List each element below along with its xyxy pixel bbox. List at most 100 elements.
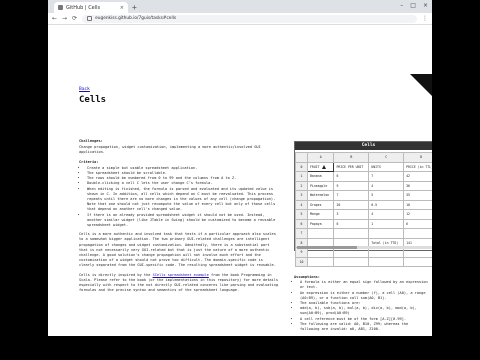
cell[interactable]: 6 bbox=[333, 218, 370, 229]
menu-icon[interactable]: ⋮ bbox=[422, 15, 428, 22]
challenges-heading: Challenges: bbox=[79, 139, 103, 143]
row-header: 0 bbox=[295, 161, 308, 172]
tab-bar: GitHub | Cells × + – □ × bbox=[48, 0, 432, 13]
lock-icon bbox=[87, 16, 93, 21]
inspiration-text-a: Cells is directly inspired by the bbox=[79, 272, 153, 277]
horizontal-scrollbar[interactable] bbox=[297, 246, 432, 249]
cell[interactable]: Banana bbox=[306, 171, 335, 182]
cell[interactable]: 20 bbox=[333, 199, 370, 210]
description-paragraph: Cells is a more authentic and involved t… bbox=[79, 232, 276, 268]
window-controls: – □ × bbox=[400, 2, 428, 9]
cell[interactable] bbox=[333, 256, 370, 267]
table-row: 1 Banana 6 7 42 bbox=[295, 171, 432, 182]
table-row: 7 bbox=[295, 228, 432, 239]
video-frame: GitHub | Cells × + – □ × ← → ⟳ eugenkiss… bbox=[0, 0, 480, 360]
cell[interactable]: FRUIT bbox=[306, 161, 335, 172]
cell[interactable]: 5 bbox=[368, 190, 405, 201]
page-content: Back Cells Challenges: Change propagatio… bbox=[48, 25, 432, 336]
table-row: 0 FRUIT PRICE PER UNIT UNITS PRICE (in T… bbox=[295, 161, 432, 172]
cell[interactable]: Mango bbox=[306, 209, 335, 220]
row-header: 7 bbox=[295, 228, 308, 239]
cell[interactable]: Watermelon bbox=[306, 190, 335, 201]
browser-tab[interactable]: GitHub | Cells × bbox=[54, 2, 128, 13]
forward-arrow-icon[interactable]: → bbox=[62, 15, 67, 22]
tab-close-icon[interactable]: × bbox=[120, 5, 124, 11]
assumptions-list: A formula is either an equal sign follow… bbox=[294, 280, 429, 332]
cell[interactable]: 36 bbox=[403, 180, 432, 191]
url-field[interactable]: eugenkiss.github.io/7guis/tasks#cells bbox=[82, 14, 417, 23]
minimize-icon[interactable]: – bbox=[400, 2, 403, 9]
assumption-item: A formula is either an equal sign follow… bbox=[300, 280, 429, 290]
browser-window: GitHub | Cells × + – □ × ← → ⟳ eugenkiss… bbox=[48, 0, 432, 336]
reload-icon[interactable]: ⟳ bbox=[72, 15, 77, 22]
github-favicon-icon bbox=[58, 5, 63, 10]
maximize-icon[interactable]: □ bbox=[410, 2, 416, 9]
table-row: 5 Mango 3 4 12 bbox=[295, 209, 432, 220]
criteria-list: Create a simple but usable spreadsheet a… bbox=[79, 166, 279, 228]
assumptions-section: Assumptions: A formula is either an equa… bbox=[294, 275, 429, 332]
cell[interactable]: 7 bbox=[368, 171, 405, 182]
table-row: 10 bbox=[295, 256, 432, 267]
cell[interactable]: Grapes bbox=[306, 199, 335, 210]
table-row: 4 Grapes 20 0.5 10 bbox=[295, 199, 432, 210]
github-corner-icon[interactable] bbox=[410, 74, 432, 96]
address-bar-row: ← → ⟳ eugenkiss.github.io/7guis/tasks#ce… bbox=[48, 13, 432, 25]
cell[interactable]: 10 bbox=[403, 199, 432, 210]
cell[interactable]: PRICE (in TTL) bbox=[403, 161, 432, 172]
cell[interactable] bbox=[306, 256, 335, 267]
cells-window-title: Cells bbox=[295, 142, 432, 150]
cell[interactable] bbox=[333, 228, 370, 239]
cell[interactable]: 4 bbox=[368, 209, 405, 220]
column-header-row: A B C D bbox=[295, 152, 432, 163]
row-header: 3 bbox=[295, 190, 308, 201]
cell[interactable]: 3 bbox=[333, 209, 370, 220]
cell[interactable]: 35 bbox=[403, 190, 432, 201]
cell[interactable]: UNITS bbox=[368, 161, 405, 172]
cell[interactable]: 0.5 bbox=[368, 199, 405, 210]
back-link[interactable]: Back bbox=[79, 87, 90, 92]
inspiration-paragraph: Cells is directly inspired by the SCells… bbox=[79, 273, 279, 294]
cell[interactable] bbox=[368, 228, 405, 239]
cell[interactable] bbox=[403, 228, 432, 239]
cell[interactable]: 9 bbox=[333, 180, 370, 191]
criteria-item: When editing is finished, the formula is… bbox=[87, 187, 279, 213]
cell[interactable]: 6 bbox=[403, 218, 432, 229]
criteria-heading: Criteria: bbox=[79, 159, 99, 164]
cell[interactable] bbox=[368, 256, 405, 267]
cell[interactable]: Pineapple bbox=[306, 180, 335, 191]
back-arrow-icon[interactable]: ← bbox=[52, 15, 57, 22]
spreadsheet-grid: A B C D 0 FRUIT PRICE PER UNIT UNITS PRI bbox=[295, 152, 432, 267]
cell[interactable] bbox=[306, 228, 335, 239]
table-row: 2 Pineapple 9 4 36 bbox=[295, 180, 432, 191]
column-header: B bbox=[333, 152, 370, 163]
scells-link[interactable]: SCells spreadsheet example bbox=[153, 273, 209, 277]
url-text: eugenkiss.github.io/7guis/tasks#cells bbox=[95, 16, 177, 21]
cell-value: FRUIT bbox=[310, 164, 320, 169]
tab-title: GitHub | Cells bbox=[66, 4, 101, 11]
cell[interactable]: 7 bbox=[333, 190, 370, 201]
corner-header bbox=[295, 152, 308, 163]
window-close-icon[interactable]: × bbox=[423, 2, 428, 9]
cell[interactable] bbox=[403, 256, 432, 267]
cell[interactable]: 42 bbox=[403, 171, 432, 182]
assumption-item: add(a, b), sub(a, b), mul(a, b), div(a, … bbox=[300, 306, 429, 316]
row-header: 5 bbox=[295, 209, 308, 220]
cell[interactable]: 4 bbox=[368, 180, 405, 191]
mouse-cursor-icon bbox=[321, 164, 326, 169]
cells-window: Cells A B C D 0 FRUIT PRICE PER UNIT UNI… bbox=[294, 141, 432, 267]
criteria-item: If there is an already provided spreadsh… bbox=[87, 213, 279, 229]
assumption-item: An expression is either a number (f), a … bbox=[300, 291, 429, 301]
task-description: Challenges: Change propagation, widget c… bbox=[79, 139, 279, 297]
cell[interactable]: 6 bbox=[333, 171, 370, 182]
table-row: 6 Papaya 6 1 6 bbox=[295, 218, 432, 229]
row-header: 4 bbox=[295, 199, 308, 210]
cell[interactable]: 1 bbox=[368, 218, 405, 229]
cell[interactable]: Papaya bbox=[306, 218, 335, 229]
scrollbar-thumb[interactable] bbox=[297, 246, 357, 249]
row-header: 2 bbox=[295, 180, 308, 191]
cell[interactable]: PRICE PER UNIT bbox=[333, 161, 370, 172]
cell[interactable]: 12 bbox=[403, 209, 432, 220]
column-header: C bbox=[368, 152, 405, 163]
new-tab-button[interactable]: + bbox=[132, 2, 137, 13]
row-header: 6 bbox=[295, 218, 308, 229]
